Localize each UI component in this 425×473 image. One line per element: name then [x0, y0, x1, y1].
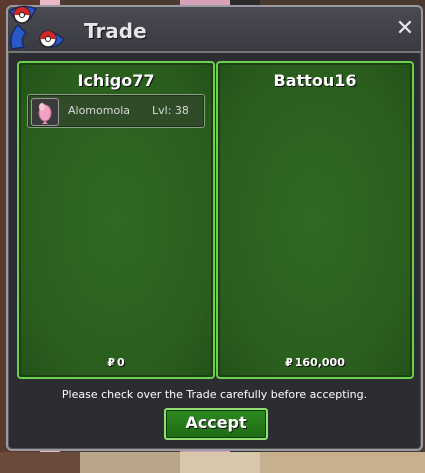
money-amount: 160,000: [294, 356, 345, 369]
pokeball-logo-icon: [8, 5, 66, 50]
item-pokemon-name: Alomomola: [68, 104, 130, 117]
player-name-left: Ichigo77: [77, 71, 155, 90]
trade-item-slot[interactable]: Alomomola Lvl: 38: [27, 94, 205, 128]
player-name-right: Battou16: [273, 71, 357, 90]
pink-pokemon-icon: [31, 98, 59, 126]
money-offer-right: ₽160,000: [218, 356, 412, 369]
close-icon[interactable]: ✕: [395, 18, 415, 40]
currency-symbol: ₽: [285, 356, 293, 369]
money-offer-left: ₽0: [19, 356, 213, 369]
window-title: Trade: [84, 19, 147, 43]
accept-button[interactable]: Accept: [164, 408, 268, 440]
game-background-bottom: [0, 452, 425, 473]
item-pokemon-level: Lvl: 38: [152, 104, 189, 117]
title-bar[interactable]: Trade ✕: [8, 5, 421, 53]
trade-notice: Please check over the Trade carefully be…: [61, 388, 368, 401]
my-offer-panel[interactable]: Ichigo77 Alomomola Lvl: 38 ₽0: [17, 61, 215, 379]
trade-window: Trade ✕ Ichigo77 Alomomola Lvl: 38 ₽0 Ba…: [6, 5, 423, 451]
currency-symbol: ₽: [107, 356, 115, 369]
money-amount: 0: [117, 356, 125, 369]
partner-offer-panel: Battou16 ₽160,000: [216, 61, 414, 379]
